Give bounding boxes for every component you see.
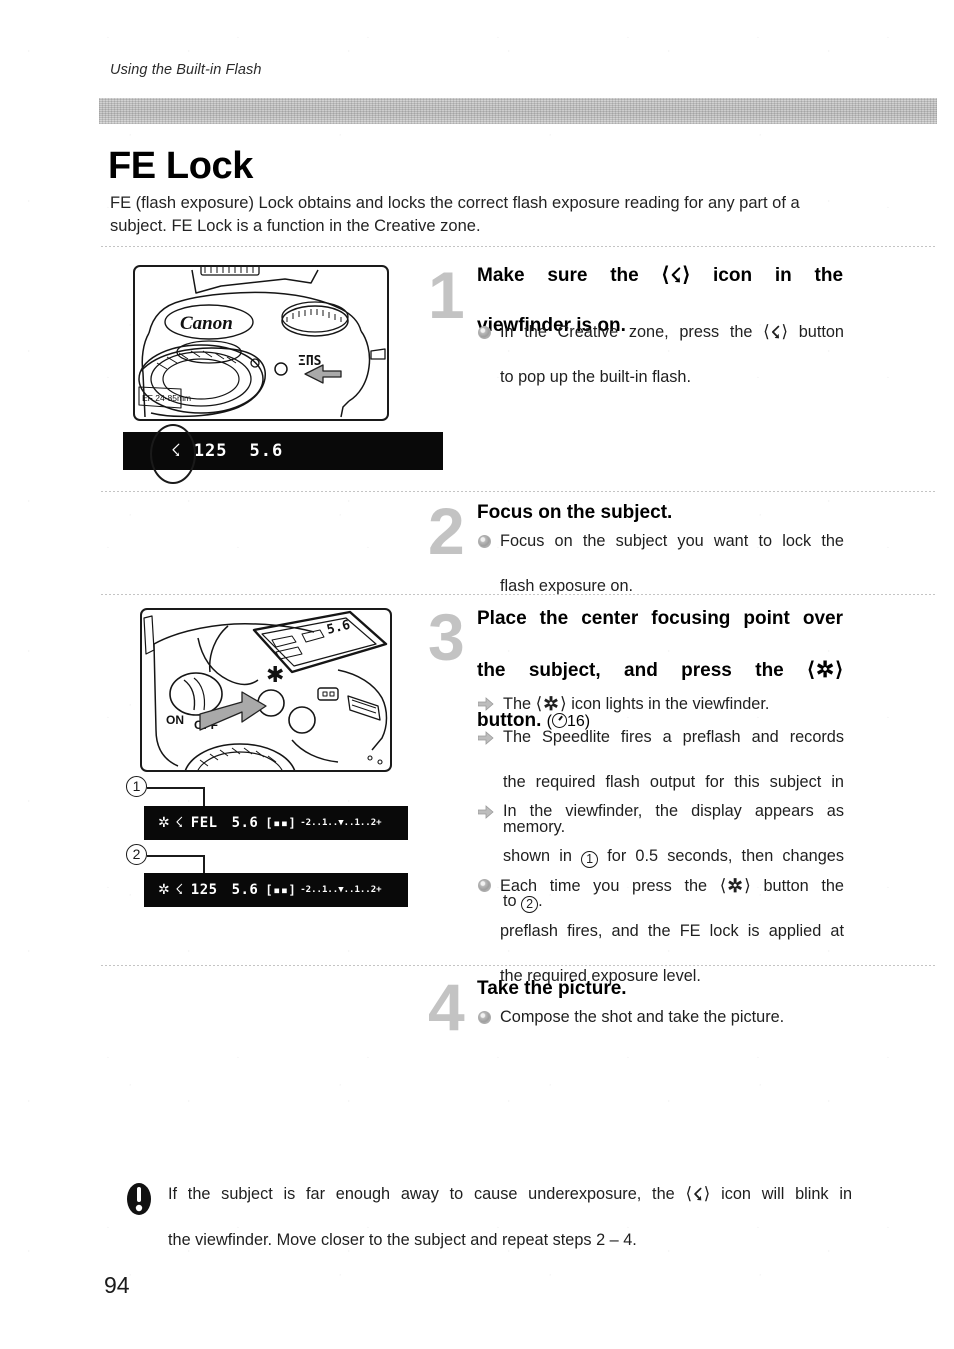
figure-camera-flash-button: ΞΠS Canon EF 24-85mm	[133, 265, 389, 421]
pointer-arrow-icon	[199, 691, 267, 731]
header-band	[99, 98, 937, 124]
vf2-shutter-value: 125	[190, 882, 218, 898]
callout-leader-2-h	[147, 855, 204, 857]
page-number: 94	[104, 1272, 130, 1298]
note-line1-pre: If the subject is far enough away to cau…	[168, 1185, 675, 1203]
step-1-b1-pre: In the Creative zone, press the	[500, 323, 753, 341]
step-4-b1-line1: Compose the shot and take the picture.	[500, 1008, 785, 1026]
step-3-b2-line1: The Speedlite fires a preflash and recor…	[503, 728, 844, 746]
intro-line-1: FE (flash exposure) Lock obtains and loc…	[110, 194, 786, 212]
step-3-b3-line2-a: shown in	[503, 847, 572, 865]
callout-marker-2: 2	[126, 844, 147, 865]
step-4-title-line1: Take the picture.	[477, 978, 627, 999]
vf1-aperture-value: 5.6	[231, 815, 259, 831]
step-2-b1-line1: Focus on the subject you want to lock th…	[500, 532, 844, 550]
step-4-title: Take the picture.	[477, 976, 843, 1001]
step-1-bullet-1: In the Creative zone, press the ⟨☇⟩ butt…	[478, 321, 844, 389]
flash-icon-token: ⟨☇⟩	[661, 264, 691, 287]
step-3-bullet-1: The ⟨✲⟩ icon lights in the viewfinder.	[478, 692, 844, 716]
step-number-2: 2	[428, 494, 465, 568]
note-line1-post: icon will blink in	[721, 1185, 852, 1203]
step-3-b3-line1: In the viewfinder, the display appears a…	[503, 802, 844, 820]
vf1-metering-bracket: [▪▪]	[265, 816, 297, 830]
bullet-dot-icon	[478, 535, 491, 548]
camera-top-illustration: ON OFF ✱ 5.6	[143, 610, 388, 770]
vf2-star-icon: ✲	[158, 882, 171, 898]
divider-step-3	[101, 594, 937, 595]
step-1-title-pre: Make sure the	[477, 265, 639, 286]
manual-page: Using the Built-in Flash FE Lock FE (fla…	[0, 0, 954, 1349]
figure-camera-ae-lock-button: ON OFF ✱ 5.6	[140, 608, 392, 772]
bullet-dot-icon	[478, 1011, 491, 1024]
step-2-title-line1: Focus on the subject.	[477, 502, 673, 523]
callout-marker-1: 1	[126, 776, 147, 797]
step-3-title-line2-pre: the subject, and press the	[477, 660, 784, 681]
step-3-bullet-4: Each time you press the ⟨✲⟩ button the p…	[478, 874, 844, 988]
ae-lock-star-icon-token: ⟨✲⟩	[719, 875, 751, 896]
step-3-b1-post: icon lights in the viewfinder.	[571, 695, 770, 713]
warning-icon	[126, 1182, 152, 1216]
running-head: Using the Built-in Flash	[110, 62, 262, 78]
step-number-3: 3	[428, 600, 465, 674]
step-3-b4-line2: preflash fires, and the FE lock is appli…	[500, 922, 844, 940]
step-4-bullet-1: Compose the shot and take the picture.	[478, 1006, 844, 1029]
vf1-star-icon: ✲	[158, 815, 171, 831]
camera-front-illustration: ΞΠS Canon EF 24-85mm	[138, 267, 386, 418]
step-3-title-line1: Place the center focusing point over	[477, 608, 843, 629]
divider-step-1	[101, 246, 937, 247]
vf2-metering-bracket: [▪▪]	[265, 883, 297, 897]
vf-aperture-value: 5.6	[249, 441, 284, 461]
vf-shutter-value: 125	[193, 441, 228, 461]
step-2-b1-line2: flash exposure on.	[500, 577, 634, 595]
note-line2: the viewfinder. Move closer to the subje…	[168, 1231, 637, 1249]
divider-step-2	[101, 491, 937, 492]
ae-lock-star-icon-token: ⟨✲⟩	[807, 657, 843, 682]
vf1-mode-value: FEL	[190, 815, 218, 831]
step-2-title: Focus on the subject.	[477, 500, 843, 525]
step-1-b1-line2: to pop up the built-in flash.	[500, 368, 691, 386]
vf2-exposure-scale: -2..1..▼..1..2+	[300, 885, 382, 895]
viewfinder-highlight-ellipse	[150, 424, 196, 484]
divider-step-4	[101, 965, 937, 966]
step-3-b4-pre: Each time you press the	[500, 877, 708, 895]
step-3-b4-post: button the	[763, 877, 844, 895]
camera-brand-label: Canon	[180, 313, 233, 334]
bullet-dot-icon	[478, 326, 491, 339]
vf2-aperture-value: 5.6	[231, 882, 259, 898]
vf2-flash-icon: ☇	[175, 882, 184, 898]
step-number-1: 1	[428, 258, 465, 332]
callout-leader-1-h	[147, 787, 204, 789]
step-2-bullet-1: Focus on the subject you want to lock th…	[478, 530, 844, 598]
step-1-title-post: icon in the	[713, 265, 844, 286]
step-number-4: 4	[428, 970, 465, 1044]
page-title: FE Lock	[108, 145, 254, 187]
ae-lock-star-label: ✱	[266, 663, 284, 688]
flash-icon-token: ⟨☇⟩	[685, 1184, 711, 1204]
step-1-b1-post: button	[798, 323, 844, 341]
bullet-arrow-icon	[478, 731, 494, 745]
step-3-b3-line2-b: for 0.5 seconds, then changes	[607, 847, 844, 865]
power-switch-on-label: ON	[166, 713, 184, 727]
vf1-flash-icon: ☇	[175, 815, 184, 831]
camera-lens-label: EF 24-85mm	[142, 393, 191, 403]
warning-note: If the subject is far enough away to cau…	[126, 1182, 852, 1252]
bullet-dot-icon	[478, 879, 491, 892]
vf1-exposure-scale: -2..1..▼..1..2+	[300, 818, 382, 828]
viewfinder-display-2: ✲ ☇ 125 5.6 [▪▪] -2..1..▼..1..2+	[144, 873, 408, 907]
bullet-arrow-icon	[478, 805, 494, 819]
step-3-b1-pre: The	[503, 695, 532, 713]
bullet-arrow-icon	[478, 697, 494, 711]
flash-icon-token: ⟨☇⟩	[763, 322, 789, 342]
intro-paragraph: FE (flash exposure) Lock obtains and loc…	[110, 192, 852, 238]
ae-lock-star-icon-token: ⟨✲⟩	[535, 693, 567, 714]
callout-ref-1: 1	[581, 851, 599, 868]
viewfinder-display-1: ✲ ☇ FEL 5.6 [▪▪] -2..1..▼..1..2+	[144, 806, 408, 840]
